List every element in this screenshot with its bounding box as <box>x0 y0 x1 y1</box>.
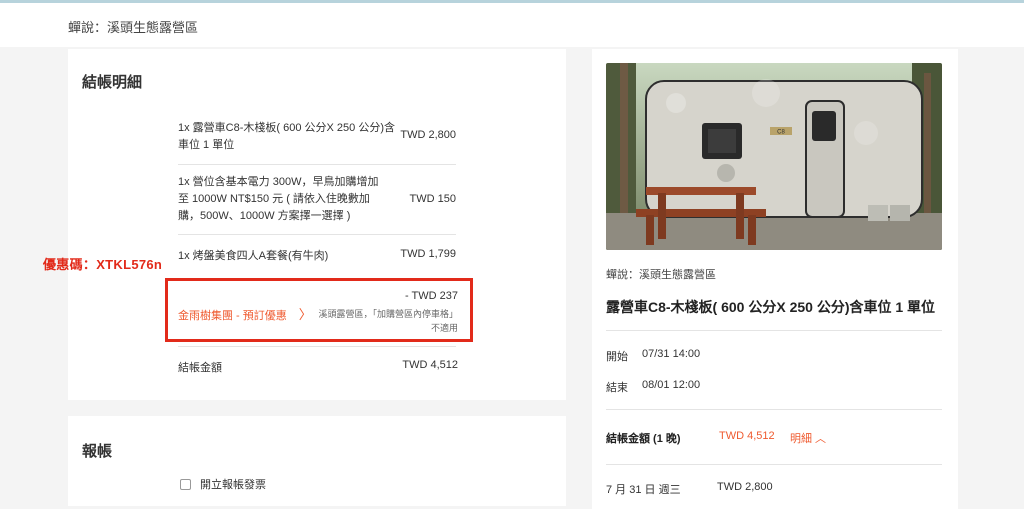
line-item: 1x 烤盤美食四人A套餐(有牛肉) TWD 1,799 <box>178 248 456 268</box>
invoice-checkbox[interactable] <box>180 479 191 490</box>
divider <box>178 234 456 235</box>
divider <box>606 330 942 331</box>
checkout-title: 結帳明細 <box>82 74 143 91</box>
line-item-price: TWD 150 <box>409 193 456 205</box>
line-item-description: 1x 營位含基本電力 300W，早鳥加購增加至 1000W NT$150 元 (… <box>178 176 379 222</box>
discount-amount: - TWD 237 <box>405 290 458 302</box>
line-item: 1x 露營車C8-木棧板( 600 公分X 250 公分)含車位 1 單位 TW… <box>178 120 456 154</box>
summary-title: 露營車C8-木棧板( 600 公分X 250 公分)含車位 1 單位 <box>606 299 936 315</box>
line-item: 1x 營位含基本電力 300W，早鳥加購增加至 1000W NT$150 元 (… <box>178 174 456 226</box>
breadcrumb[interactable]: 蟬說：溪頭生態露營區 <box>68 17 198 36</box>
end-label: 結束 <box>606 382 628 394</box>
detail-toggle-link[interactable]: 明細 ︿ <box>790 430 826 446</box>
discount-note: 溪頭露營區，「加購營區內停車格」 <box>318 309 458 319</box>
divider <box>606 409 942 410</box>
end-value: 08/01 12:00 <box>642 379 701 391</box>
discount-link[interactable]: 金雨樹集團 - 預訂優惠〉 <box>178 304 312 323</box>
summary-total-label: 結帳金額 (1 晚) <box>606 433 681 445</box>
date-row-value: TWD 2,800 <box>717 481 773 493</box>
camper-photo: C8 <box>606 63 942 250</box>
invoice-checkbox-label[interactable]: 開立報帳發票 <box>200 476 266 492</box>
report-title: 報帳 <box>82 443 113 460</box>
chevron-right-icon: 〉 <box>298 307 312 322</box>
summary-total-value: TWD 4,512 <box>719 430 775 442</box>
line-item-price: TWD 2,800 <box>400 129 456 141</box>
start-label: 開始 <box>606 351 628 363</box>
total-value: TWD 4,512 <box>402 359 458 371</box>
start-value: 07/31 14:00 <box>642 348 701 360</box>
discount-label: 金雨樹集團 - 預訂優惠 <box>178 310 287 322</box>
page-header: 蟬說：溪頭生態露營區 <box>0 3 1024 47</box>
divider <box>606 464 942 465</box>
camper-sign: C8 <box>777 130 785 136</box>
line-item-description: 1x 烤盤美食四人A套餐(有牛肉) <box>178 250 329 262</box>
report-card: 報帳 <box>68 416 566 506</box>
divider <box>178 346 456 347</box>
summary-breadcrumb[interactable]: 蟬說：溪頭生態露營區 <box>606 266 716 282</box>
total-label: 結帳金額 <box>178 362 222 374</box>
line-item-description: 1x 露營車C8-木棧板( 600 公分X 250 公分)含車位 1 單位 <box>178 122 395 151</box>
line-item-price: TWD 1,799 <box>400 248 456 260</box>
divider <box>178 164 456 165</box>
discount-note: 不適用 <box>430 323 458 333</box>
coupon-code-annotation: 優惠碼：XTKL576n <box>43 257 163 272</box>
date-row-label: 7 月 31 日 週三 <box>606 484 681 496</box>
